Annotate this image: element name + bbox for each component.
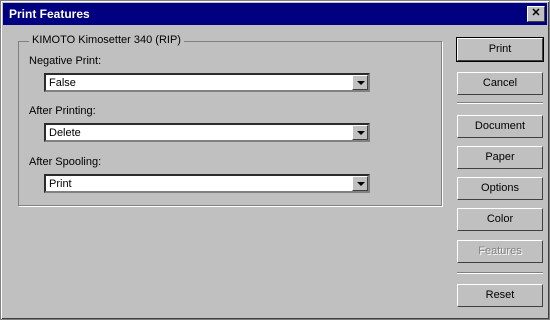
negative-print-select[interactable]: False bbox=[44, 73, 370, 92]
print-features-dialog: Print Features ✕ KIMOTO Kimosetter 340 (… bbox=[0, 0, 550, 320]
options-button[interactable]: Options bbox=[457, 177, 543, 200]
document-button[interactable]: Document bbox=[457, 115, 543, 138]
features-button: Features bbox=[457, 240, 543, 263]
printer-group-label: KIMOTO Kimosetter 340 (RIP) bbox=[29, 34, 184, 46]
chevron-down-icon[interactable] bbox=[352, 75, 368, 90]
color-button[interactable]: Color bbox=[457, 208, 543, 231]
after-spooling-label: After Spooling: bbox=[29, 156, 102, 168]
paper-button[interactable]: Paper bbox=[457, 146, 543, 169]
close-button[interactable]: ✕ bbox=[527, 6, 545, 22]
printer-group: KIMOTO Kimosetter 340 (RIP) Negative Pri… bbox=[18, 34, 442, 206]
reset-button[interactable]: Reset bbox=[457, 284, 543, 307]
title-bar[interactable]: Print Features ✕ bbox=[3, 3, 547, 25]
after-printing-select[interactable]: Delete bbox=[44, 123, 370, 142]
negative-print-label: Negative Print: bbox=[29, 55, 102, 67]
chevron-down-icon[interactable] bbox=[352, 176, 368, 191]
after-spooling-value: Print bbox=[49, 178, 72, 190]
cancel-button[interactable]: Cancel bbox=[457, 72, 543, 95]
button-separator bbox=[457, 272, 543, 274]
after-spooling-select[interactable]: Print bbox=[44, 174, 370, 193]
after-printing-value: Delete bbox=[49, 127, 81, 139]
negative-print-value: False bbox=[49, 77, 76, 89]
window-title: Print Features bbox=[9, 7, 90, 21]
after-printing-label: After Printing: bbox=[29, 105, 96, 117]
chevron-down-icon[interactable] bbox=[352, 125, 368, 140]
button-separator bbox=[457, 102, 543, 104]
print-button[interactable]: Print bbox=[456, 37, 544, 62]
close-icon: ✕ bbox=[531, 7, 541, 19]
